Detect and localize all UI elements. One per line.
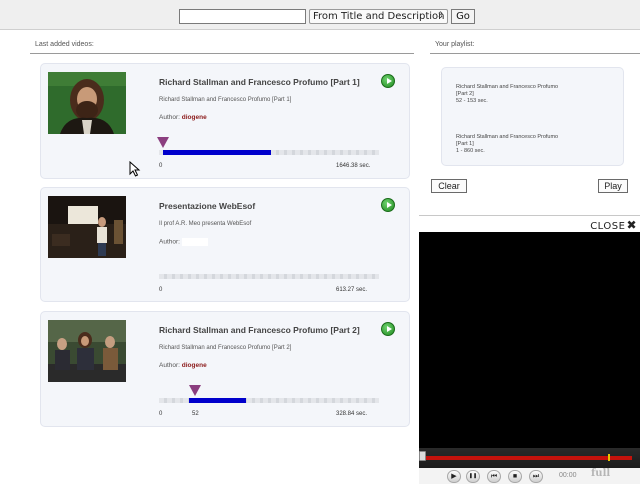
seek-handle[interactable] bbox=[419, 451, 426, 461]
divider bbox=[430, 53, 640, 54]
playlist-item-title: Richard Stallman and Francesco Profumo [… bbox=[456, 84, 559, 97]
chevron-updown-icon: ⇕ bbox=[436, 11, 444, 21]
video-author[interactable]: diogene bbox=[182, 114, 207, 121]
close-button[interactable]: CLOSE✖ bbox=[590, 218, 637, 232]
author-label: Author: bbox=[159, 114, 180, 121]
video-author[interactable]: diogene bbox=[182, 362, 207, 369]
video-author-line: Author: bbox=[159, 238, 208, 246]
video-timeline[interactable] bbox=[159, 398, 379, 403]
clear-button[interactable]: Clear bbox=[431, 179, 467, 193]
playlist-item-range: 1 - 860 sec. bbox=[456, 148, 485, 154]
video-thumbnail[interactable] bbox=[48, 320, 126, 382]
video-duration: 613.27 sec. bbox=[336, 287, 368, 293]
video-title[interactable]: Presentazione WebEsof bbox=[159, 201, 255, 211]
search-input[interactable] bbox=[179, 9, 306, 24]
video-card: Richard Stallman and Francesco Profumo [… bbox=[40, 311, 410, 427]
seek-marker bbox=[608, 454, 610, 461]
time-start: 0 bbox=[159, 411, 163, 417]
time-start: 0 bbox=[159, 163, 163, 169]
video-timeline[interactable] bbox=[159, 274, 379, 279]
video-description: Richard Stallman and Francesco Profumo [… bbox=[159, 345, 292, 351]
stop-icon[interactable]: ■ bbox=[508, 470, 522, 483]
selected-range bbox=[189, 398, 246, 403]
playlist-item[interactable]: Richard Stallman and Francesco Profumo [… bbox=[456, 134, 566, 155]
time-start: 0 bbox=[159, 287, 163, 293]
controls-strip: ▶ ❚❚ ⏮ ■ ⏭ 00:00 full bbox=[419, 468, 640, 484]
time-display: 00:00 bbox=[559, 472, 577, 479]
video-duration: 1646.38 sec. bbox=[336, 163, 371, 169]
player-controls: ▶ ❚❚ ⏮ ■ ⏭ 00:00 full bbox=[419, 448, 640, 484]
playlist-item-title: Richard Stallman and Francesco Profumo [… bbox=[456, 134, 559, 147]
video-duration: 328.84 sec. bbox=[336, 411, 368, 417]
search-bar: From Title and Description ⇕ Go bbox=[0, 0, 640, 30]
player-header: CLOSE✖ bbox=[419, 215, 640, 232]
videos-section-label: Last added videos: bbox=[35, 41, 94, 48]
playlist-item-range: 52 - 153 sec. bbox=[456, 98, 488, 104]
selected-range bbox=[163, 150, 271, 155]
search-scope-select[interactable]: From Title and Description ⇕ bbox=[309, 9, 448, 24]
video-title[interactable]: Richard Stallman and Francesco Profumo [… bbox=[159, 77, 360, 87]
video-description: Il prof A.R. Meo presenta WebEsof bbox=[159, 221, 252, 227]
video-author-line: Author: diogene bbox=[159, 362, 207, 369]
play-icon[interactable]: ▶ bbox=[447, 470, 461, 483]
playlist-item[interactable]: Richard Stallman and Francesco Profumo [… bbox=[456, 84, 566, 105]
close-label: CLOSE bbox=[590, 221, 626, 232]
close-icon: ✖ bbox=[626, 218, 637, 232]
video-player: CLOSE✖ ▶ ❚❚ ⏮ ■ ⏭ 00:00 full bbox=[419, 215, 640, 484]
video-title[interactable]: Richard Stallman and Francesco Profumo [… bbox=[159, 325, 360, 335]
play-button[interactable]: Play bbox=[598, 179, 628, 193]
mouse-cursor-icon bbox=[129, 161, 141, 177]
playlist-panel: Richard Stallman and Francesco Profumo [… bbox=[441, 67, 624, 166]
start-marker-icon[interactable] bbox=[189, 385, 201, 396]
seek-bar[interactable] bbox=[422, 456, 632, 460]
play-icon[interactable] bbox=[381, 322, 395, 336]
video-timeline[interactable] bbox=[159, 150, 379, 155]
video-author-line: Author: diogene bbox=[159, 114, 207, 121]
video-description: Richard Stallman and Francesco Profumo [… bbox=[159, 97, 292, 103]
skip-forward-icon[interactable]: ⏭ bbox=[529, 470, 543, 483]
skip-back-icon[interactable]: ⏮ bbox=[487, 470, 501, 483]
video-author bbox=[181, 238, 208, 246]
play-icon[interactable] bbox=[381, 74, 395, 88]
video-thumbnail[interactable] bbox=[48, 72, 126, 134]
start-marker-icon[interactable] bbox=[157, 137, 169, 148]
author-label: Author: bbox=[159, 362, 180, 369]
playlist-section-label: Your playlist: bbox=[435, 41, 475, 48]
video-screen[interactable] bbox=[419, 232, 640, 462]
video-thumbnail[interactable] bbox=[48, 196, 126, 258]
play-icon[interactable] bbox=[381, 198, 395, 212]
author-label: Author: bbox=[159, 238, 180, 246]
divider bbox=[30, 53, 414, 54]
time-marker: 52 bbox=[192, 411, 199, 417]
search-scope-label: From Title and Description bbox=[313, 11, 445, 22]
pause-icon[interactable]: ❚❚ bbox=[466, 470, 480, 483]
fullscreen-button[interactable]: full bbox=[591, 468, 610, 479]
go-button[interactable]: Go bbox=[451, 9, 475, 24]
video-card: Presentazione WebEsof Il prof A.R. Meo p… bbox=[40, 187, 410, 302]
video-card: Richard Stallman and Francesco Profumo [… bbox=[40, 63, 410, 179]
